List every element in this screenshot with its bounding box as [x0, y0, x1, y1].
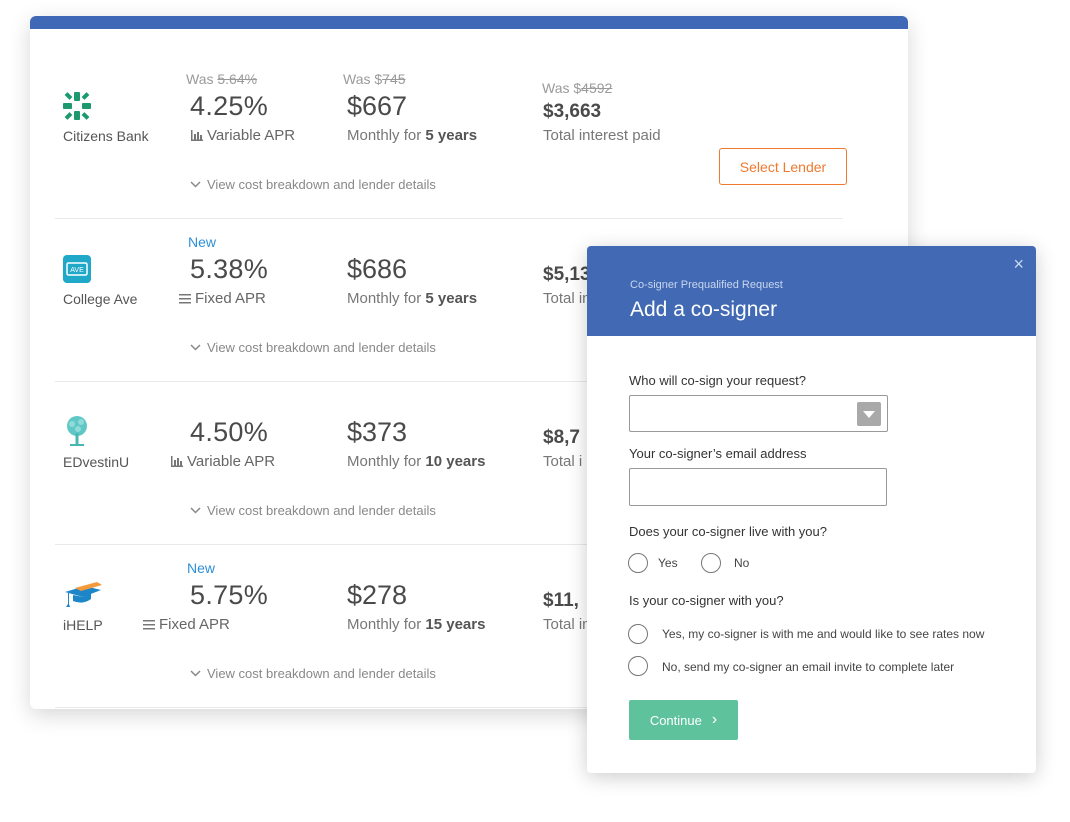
apr-type-label: Fixed APR	[195, 290, 266, 307]
view-details-link[interactable]: View cost breakdown and lender details	[190, 177, 436, 192]
was-label: Was $	[542, 80, 582, 96]
ihelp-graduation-cap-logo-icon	[65, 582, 102, 607]
apr-type: Variable APR	[191, 127, 295, 144]
modal-title: Add a co-signer	[630, 298, 778, 321]
select-lender-button[interactable]: Select Lender	[719, 148, 847, 185]
term-prefix: Monthly for	[347, 453, 426, 470]
loan-term: Monthly for 5 years	[347, 290, 477, 307]
monthly-payment: $667	[347, 91, 408, 121]
svg-text:AVE: AVE	[70, 267, 84, 274]
view-details-link[interactable]: View cost breakdown and lender details	[190, 666, 436, 681]
total-interest-label: Total in	[543, 290, 591, 307]
term-value: 10 years	[425, 453, 486, 470]
chevron-down-icon	[190, 670, 201, 677]
view-details-label: View cost breakdown and lender details	[207, 177, 436, 192]
citizens-bank-logo-icon	[63, 92, 91, 120]
was-label: Was $	[343, 71, 383, 87]
loan-term: Monthly for 5 years	[347, 127, 477, 144]
previous-rate: Was 5.64%	[186, 71, 257, 87]
chevron-down-icon	[190, 344, 201, 351]
chevron-right-icon: ›	[711, 711, 718, 728]
continue-button[interactable]: Continue ›	[629, 700, 738, 740]
old-rate: 5.64%	[217, 71, 258, 87]
cosigner-present-label: Is your co-signer with you?	[629, 593, 784, 608]
apr-type-label: Fixed APR	[159, 616, 230, 633]
loan-term: Monthly for 10 years	[347, 453, 485, 470]
apr-type-label: Variable APR	[187, 453, 276, 470]
total-interest: $11,	[543, 590, 579, 611]
cosigner-email-label: Your co-signer’s email address	[629, 446, 807, 461]
was-label: Was	[186, 71, 218, 87]
continue-label: Continue	[649, 712, 702, 728]
lender-name: College Ave	[63, 291, 138, 307]
apr-rate: 5.38%	[190, 254, 269, 284]
lender-name: iHELP	[63, 617, 103, 633]
college-ave-logo-icon: AVE	[63, 255, 91, 283]
view-details-label: View cost breakdown and lender details	[207, 340, 436, 355]
lender-row-citizens-bank: Citizens Bank Was 5.64% 4.25% Variable A…	[55, 55, 847, 219]
view-details-label: View cost breakdown and lender details	[207, 503, 436, 518]
lines-icon	[143, 619, 155, 629]
edvestinu-tree-logo-icon	[67, 416, 87, 446]
cosigner-select[interactable]	[629, 395, 888, 432]
new-badge: New	[188, 234, 217, 250]
term-value: 5 years	[425, 290, 478, 307]
view-details-label: View cost breakdown and lender details	[207, 666, 436, 681]
apr-type: Variable APR	[171, 453, 275, 470]
cosigner-present-no-label: No, send my co-signer an email invite to…	[662, 660, 955, 674]
view-details-link[interactable]: View cost breakdown and lender details	[190, 340, 436, 355]
monthly-payment: $278	[347, 580, 408, 610]
previous-interest: Was $4592	[542, 80, 612, 96]
total-interest-label: Total in	[543, 616, 591, 633]
apr-type-label: Variable APR	[207, 127, 296, 144]
cosigner-email-field[interactable]	[629, 468, 887, 506]
term-value: 5 years	[425, 127, 478, 144]
loan-term: Monthly for 15 years	[347, 616, 485, 633]
lines-icon	[179, 293, 191, 303]
chevron-down-icon	[190, 507, 201, 514]
cosigner-present-yes-label: Yes, my co-signer is with me and would l…	[662, 627, 985, 641]
lender-name: Citizens Bank	[63, 128, 149, 144]
term-prefix: Monthly for	[347, 290, 426, 307]
term-value: 15 years	[425, 616, 486, 633]
live-with-you-label: Does your co-signer live with you?	[629, 524, 827, 539]
apr-rate: 4.50%	[190, 417, 269, 447]
modal-header: Co-signer Prequalified Request Add a co-…	[587, 246, 1036, 336]
apr-rate: 5.75%	[190, 580, 269, 610]
cosigner-select-label: Who will co-sign your request?	[629, 373, 807, 388]
chart-bars-icon	[191, 130, 203, 141]
lender-name: EDvestinU	[63, 454, 130, 470]
chart-bars-icon	[171, 456, 183, 467]
monthly-payment: $686	[347, 254, 408, 284]
live-with-you-yes-label: Yes	[658, 556, 678, 570]
old-monthly: 745	[382, 71, 406, 87]
chevron-down-icon	[190, 181, 201, 188]
add-cosigner-modal: Co-signer Prequalified Request Add a co-…	[587, 246, 1036, 773]
term-prefix: Monthly for	[347, 127, 426, 144]
cosigner-present-yes-radio[interactable]	[628, 624, 648, 644]
total-interest-label: Total interest paid	[543, 127, 661, 144]
apr-type: Fixed APR	[179, 290, 266, 307]
card-top-bar	[30, 16, 908, 29]
total-interest: $3,663	[543, 101, 602, 122]
monthly-payment: $373	[347, 417, 408, 447]
total-interest: $8,7	[543, 427, 580, 448]
view-details-link[interactable]: View cost breakdown and lender details	[190, 503, 436, 518]
apr-type: Fixed APR	[143, 616, 230, 633]
live-with-you-yes-radio[interactable]	[628, 553, 648, 573]
previous-monthly: Was $745	[343, 71, 406, 87]
total-interest: $5,13	[543, 264, 591, 285]
live-with-you-no-label: No	[734, 556, 750, 570]
modal-subtitle: Co-signer Prequalified Request	[630, 279, 783, 291]
new-badge: New	[187, 560, 216, 576]
close-icon[interactable]: ×	[1013, 254, 1024, 275]
total-interest-label: Total i	[543, 453, 583, 470]
apr-rate: 4.25%	[190, 91, 269, 121]
cosigner-present-no-radio[interactable]	[628, 656, 648, 676]
old-interest: 4592	[581, 80, 613, 96]
term-prefix: Monthly for	[347, 616, 426, 633]
live-with-you-no-radio[interactable]	[701, 553, 721, 573]
chevron-down-icon[interactable]	[857, 402, 881, 426]
